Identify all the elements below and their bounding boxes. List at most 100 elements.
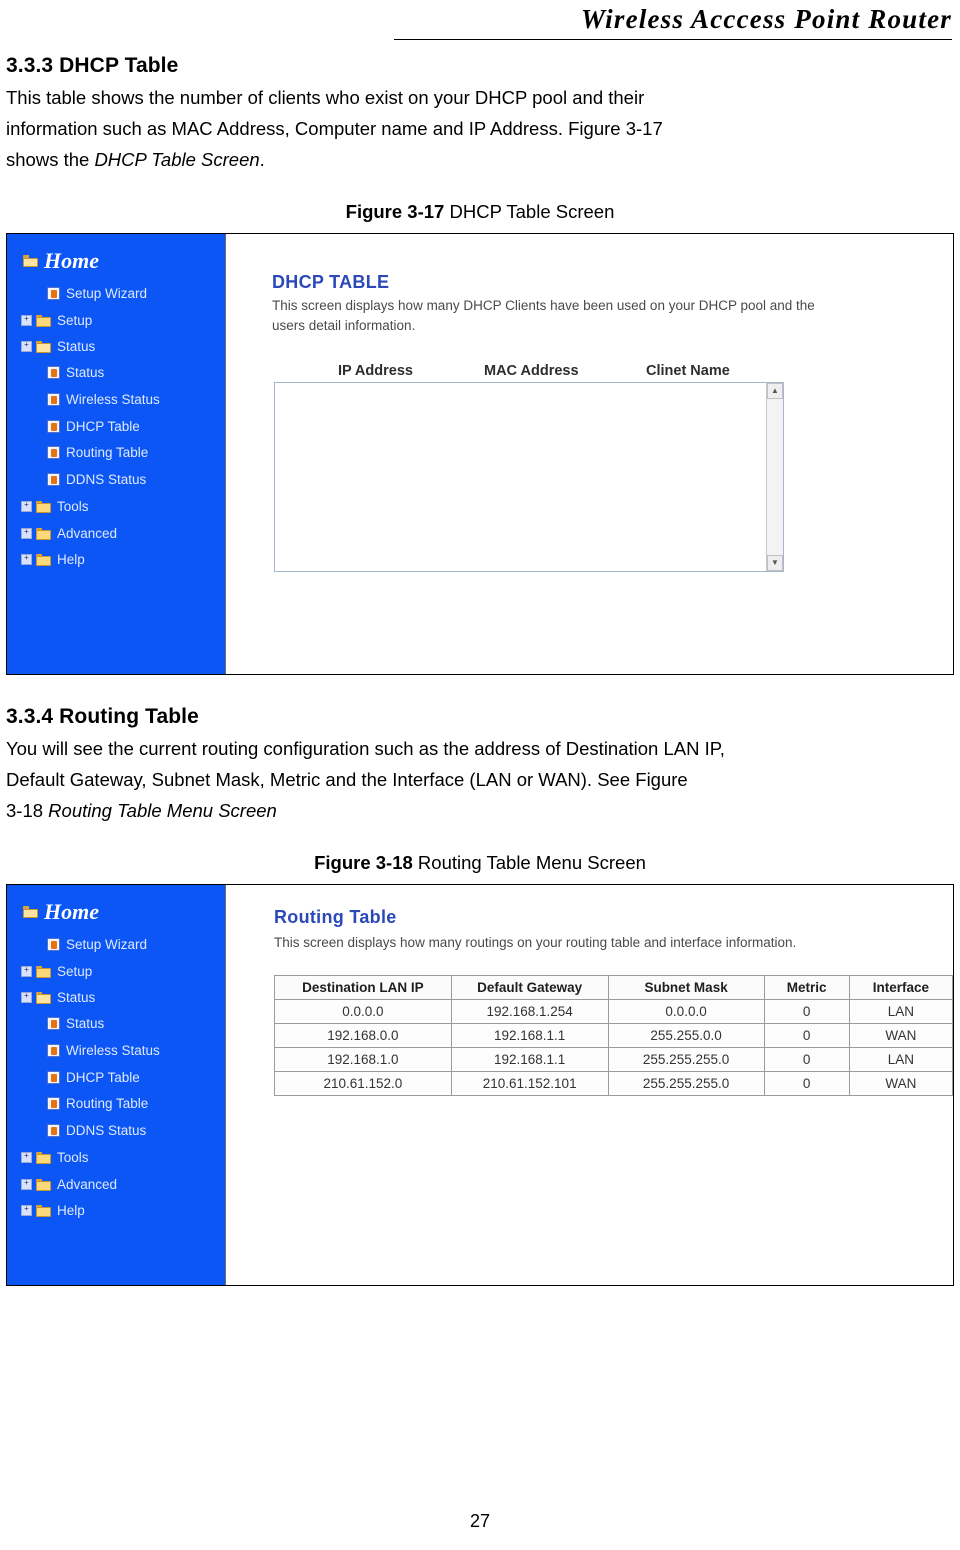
dhcp-client-list[interactable]: ▲ ▼: [274, 382, 784, 572]
page-icon: [47, 473, 60, 486]
sidebar-item-label: Setup: [57, 313, 93, 328]
sidebar-item-advanced[interactable]: Advanced: [21, 1177, 117, 1192]
sidebar-item-ddns-status[interactable]: DDNS Status: [47, 1123, 146, 1138]
expand-plus-icon[interactable]: [21, 966, 32, 977]
sidebar-item-advanced[interactable]: Advanced: [21, 526, 117, 541]
sidebar-item-help[interactable]: Help: [21, 552, 85, 567]
expand-plus-icon[interactable]: [21, 341, 32, 352]
sidebar-item-label: Help: [57, 1203, 85, 1218]
folder-open-icon: [36, 340, 51, 353]
sidebar-item-label: DDNS Status: [66, 472, 147, 487]
sidebar-item-tools[interactable]: Tools: [21, 1150, 89, 1165]
paragraph-italic: Routing Table Menu Screen: [48, 800, 277, 821]
nav-home[interactable]: Home: [23, 899, 99, 925]
page-icon: [47, 287, 60, 300]
folder-open-icon: [36, 991, 51, 1004]
section-paragraph-routing-3: 3-18 Routing Table Menu Screen: [6, 795, 954, 826]
sidebar-item-routing-table[interactable]: Routing Table: [47, 445, 148, 460]
cell-metric: 0: [763, 999, 850, 1024]
expand-plus-icon[interactable]: [21, 528, 32, 539]
expand-plus-icon[interactable]: [21, 1152, 32, 1163]
scroll-down-icon[interactable]: ▼: [767, 555, 783, 571]
sidebar-item-status-sub[interactable]: Status: [47, 365, 104, 380]
cell-destination-lan-ip: 0.0.0.0: [274, 999, 452, 1024]
sidebar-item-label: Help: [57, 552, 85, 567]
sidebar-item-status[interactable]: Status: [21, 339, 95, 354]
folder-icon: [36, 1151, 51, 1164]
routing-table-content: Routing Table This screen displays how m…: [226, 885, 953, 1285]
cell-destination-lan-ip: 210.61.152.0: [274, 1071, 452, 1096]
sidebar-item-setup[interactable]: Setup: [21, 313, 92, 328]
header-title: Wireless Acccess Point Router: [580, 4, 952, 34]
sidebar-item-dhcp-table[interactable]: DHCP Table: [47, 1070, 140, 1085]
dhcp-column-client-name: Clinet Name: [646, 363, 730, 379]
sidebar-item-label: Status: [66, 1016, 105, 1031]
sidebar-item-wireless-status[interactable]: Wireless Status: [47, 392, 160, 407]
router-nav-panel-2: Home Setup Wizard Setup Status Status: [7, 885, 226, 1285]
sidebar-item-label: Routing Table: [66, 1096, 149, 1111]
cell-interface: LAN: [848, 999, 953, 1024]
cell-subnet-mask: 255.255.255.0: [607, 1047, 765, 1072]
section-paragraph-routing-2: Default Gateway, Subnet Mask, Metric and…: [6, 769, 688, 790]
sidebar-item-routing-table[interactable]: Routing Table: [47, 1096, 148, 1111]
cell-interface: LAN: [848, 1047, 953, 1072]
document-page: Wireless Acccess Point Router 3.3.3 DHCP…: [0, 4, 960, 1550]
cell-default-gateway: 192.168.1.1: [450, 1047, 609, 1072]
sidebar-item-setup[interactable]: Setup: [21, 964, 92, 979]
dhcp-description-line-1: This screen displays how many DHCP Clien…: [272, 298, 815, 313]
table-row: 192.168.0.0 192.168.1.1 255.255.0.0 0 WA…: [274, 1023, 953, 1048]
sidebar-item-label: Status: [66, 365, 105, 380]
sidebar-item-tools[interactable]: Tools: [21, 499, 89, 514]
page-icon: [47, 420, 60, 433]
page-header: Wireless Acccess Point Router: [6, 4, 954, 44]
sidebar-item-ddns-status[interactable]: DDNS Status: [47, 472, 146, 487]
expand-plus-icon[interactable]: [21, 554, 32, 565]
paragraph-suffix: .: [259, 149, 265, 170]
cell-default-gateway: 210.61.152.101: [450, 1071, 609, 1096]
column-destination-lan-ip: Destination LAN IP: [274, 975, 452, 1000]
sidebar-item-label: Status: [57, 990, 96, 1005]
sidebar-item-help[interactable]: Help: [21, 1203, 85, 1218]
dhcp-table-content: DHCP TABLE This screen displays how many…: [226, 234, 953, 674]
vertical-scrollbar[interactable]: ▲ ▼: [766, 383, 783, 571]
sidebar-item-dhcp-table[interactable]: DHCP Table: [47, 419, 140, 434]
section-paragraph-routing-1: You will see the current routing configu…: [6, 738, 725, 759]
sidebar-item-label: Setup Wizard: [66, 937, 148, 952]
sidebar-item-label: DHCP Table: [66, 419, 140, 434]
paragraph-italic: DHCP Table Screen: [94, 149, 260, 170]
routing-title: Routing Table: [274, 907, 397, 927]
header-rule: [394, 39, 952, 40]
folder-icon: [36, 1204, 51, 1217]
section-paragraph-dhcp-1: This table shows the number of clients w…: [6, 87, 645, 108]
expand-plus-icon[interactable]: [21, 315, 32, 326]
figure-caption-3-18: Figure 3-18 Routing Table Menu Screen: [6, 852, 954, 874]
figure-title: DHCP Table Screen: [449, 201, 615, 222]
expand-plus-icon[interactable]: [21, 1205, 32, 1216]
folder-icon: [36, 527, 51, 540]
screenshot-routing-table: Home Setup Wizard Setup Status Status: [6, 884, 954, 1286]
sidebar-item-wireless-status[interactable]: Wireless Status: [47, 1043, 160, 1058]
column-default-gateway: Default Gateway: [450, 975, 609, 1000]
expand-plus-icon[interactable]: [21, 1179, 32, 1190]
section-heading-routing-table: 3.3.4 Routing Table: [6, 705, 199, 728]
routing-description: This screen displays how many routings o…: [274, 935, 797, 950]
nav-home[interactable]: Home: [23, 248, 99, 274]
sidebar-item-setup-wizard[interactable]: Setup Wizard: [47, 286, 147, 301]
expand-plus-icon[interactable]: [21, 992, 32, 1003]
cell-interface: WAN: [848, 1023, 953, 1048]
folder-icon: [36, 1178, 51, 1191]
scroll-up-icon[interactable]: ▲: [767, 383, 783, 399]
section-paragraph-dhcp-2: information such as MAC Address, Compute…: [6, 118, 663, 139]
column-interface: Interface: [848, 975, 953, 1000]
sidebar-item-setup-wizard[interactable]: Setup Wizard: [47, 937, 147, 952]
screenshot-dhcp-table: Home Setup Wizard Setup Status Status: [6, 233, 954, 675]
sidebar-item-status[interactable]: Status: [21, 990, 95, 1005]
table-row: 210.61.152.0 210.61.152.101 255.255.255.…: [274, 1071, 953, 1096]
folder-icon: [36, 314, 51, 327]
sidebar-item-status-sub[interactable]: Status: [47, 1016, 104, 1031]
expand-plus-icon[interactable]: [21, 501, 32, 512]
sidebar-item-label: Tools: [57, 499, 89, 514]
page-number: 27: [469, 1511, 491, 1531]
sidebar-item-label: Advanced: [57, 526, 118, 541]
figure-label: Figure 3-17: [345, 201, 445, 222]
